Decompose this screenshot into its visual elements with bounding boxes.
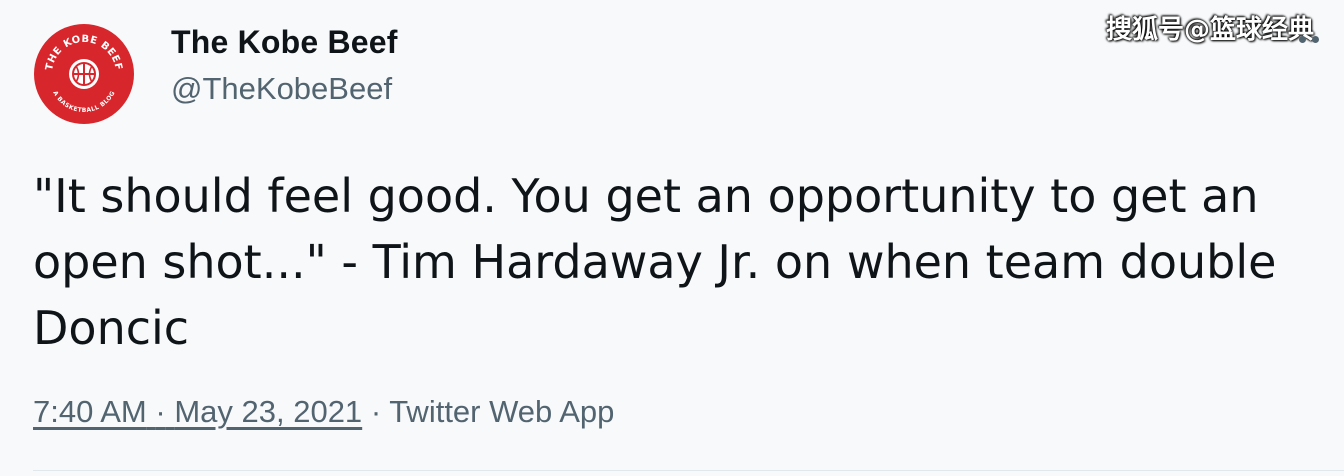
tweet-source[interactable]: Twitter Web App [389,394,614,429]
more-dot [1299,36,1306,43]
tweet-time: 7:40 AM [33,394,147,429]
tweet-text: "It should feel good. You get an opportu… [33,169,1277,355]
tweet-card: THE KOBE BEEF A BASKETBALL BLOG The Kobe… [0,0,1344,476]
author-handle[interactable]: @TheKobeBeef [171,71,392,107]
tweet-date: May 23, 2021 [174,394,363,429]
more-options-icon[interactable] [1299,36,1339,46]
avatar[interactable]: THE KOBE BEEF A BASKETBALL BLOG [32,22,136,126]
kobe-beef-logo: THE KOBE BEEF A BASKETBALL BLOG [34,24,134,124]
tweet-timestamp-link[interactable]: 7:40 AM · May 23, 2021 [33,394,362,429]
meta-separator: · [370,394,382,429]
tweet-time-separator: · [155,394,166,429]
basketball-icon [69,59,99,89]
watermark-text: 搜狐号@篮球经典 [1105,15,1314,45]
author-display-name[interactable]: The Kobe Beef [171,24,398,61]
divider [33,470,1344,471]
more-dot [1312,36,1319,43]
tweet-meta: 7:40 AM · May 23, 2021 · Twitter Web App [33,394,614,430]
